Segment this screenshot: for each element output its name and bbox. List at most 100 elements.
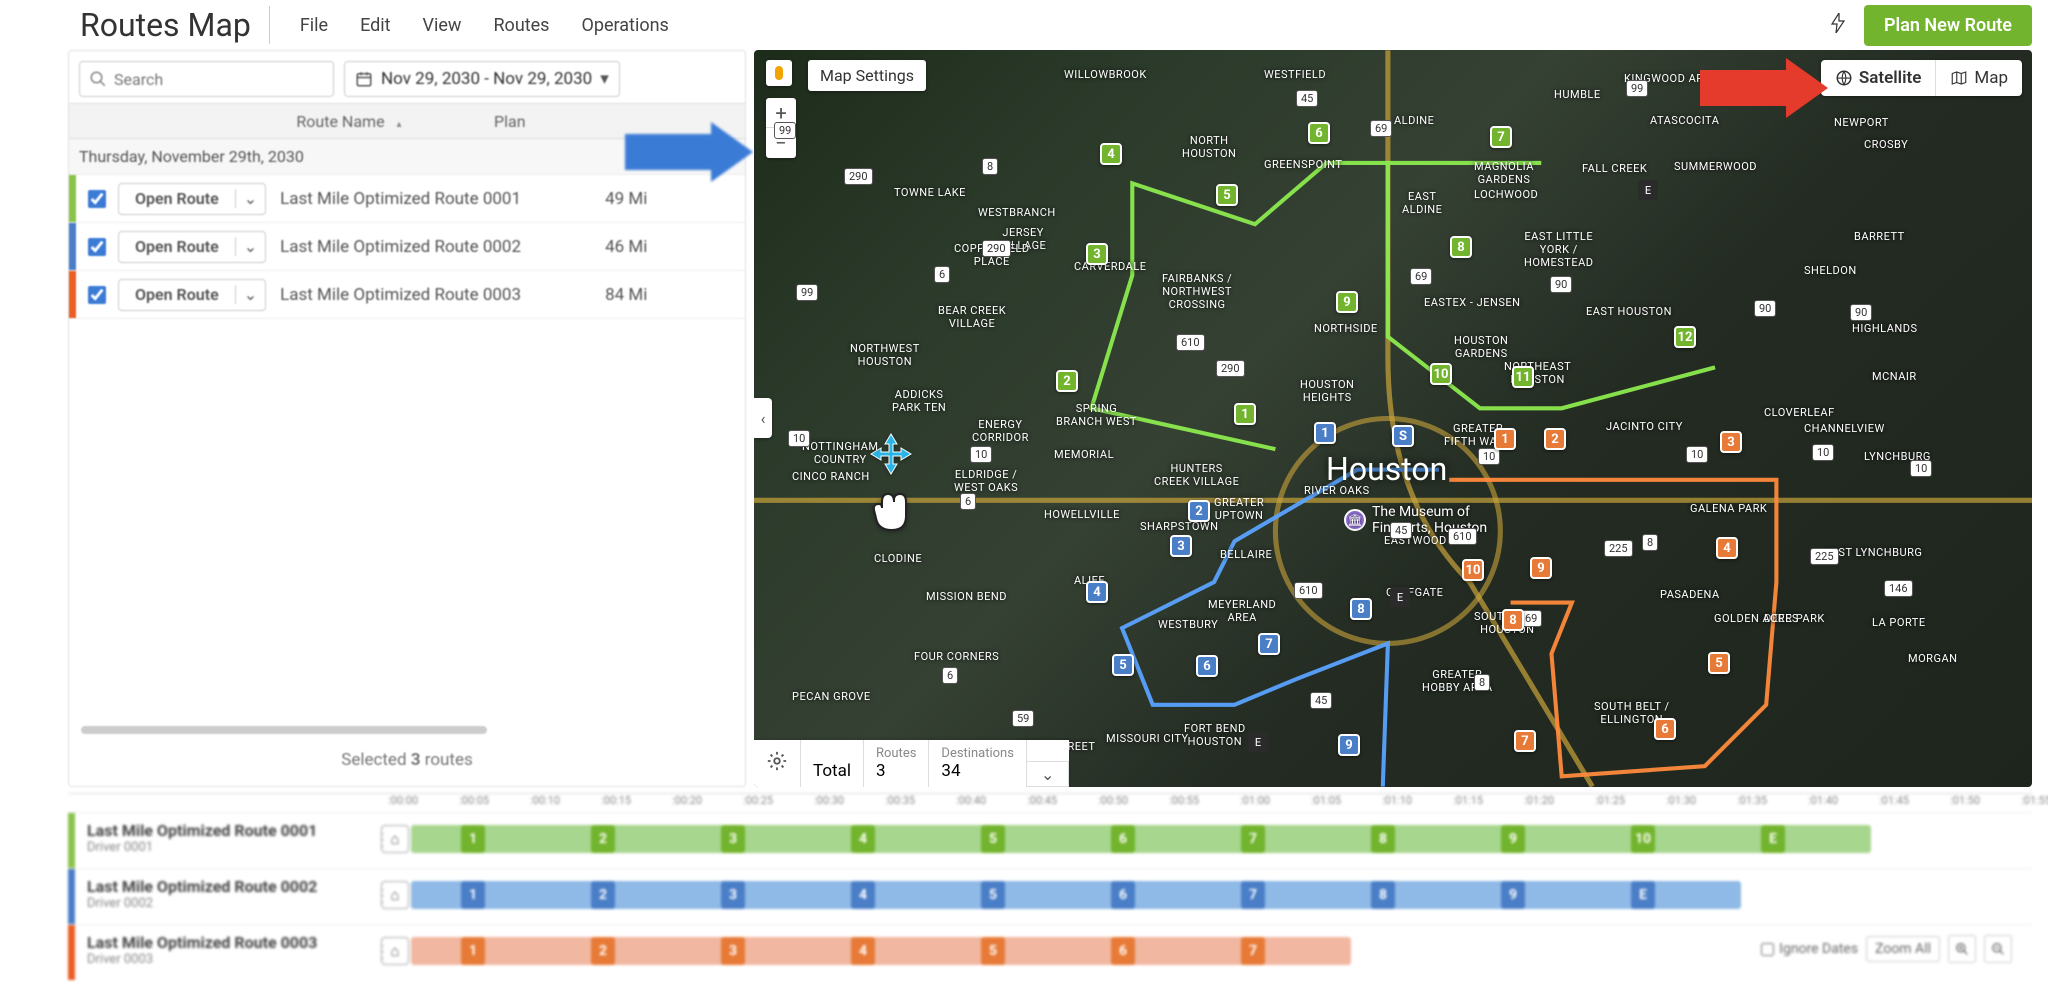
timeline-stop[interactable]: 8: [1371, 825, 1395, 853]
timeline-stop[interactable]: 7: [1241, 825, 1265, 853]
menu-routes[interactable]: Routes: [481, 9, 561, 42]
timeline-stop[interactable]: 4: [851, 881, 875, 909]
chevron-down-icon[interactable]: ⌄: [235, 237, 265, 256]
drag-handle-icon[interactable]: ⋮: [373, 869, 381, 924]
timeline-stop[interactable]: 1: [461, 881, 485, 909]
route-stop-marker[interactable]: 9: [1336, 291, 1358, 313]
menu-view[interactable]: View: [411, 9, 474, 42]
route-stop-marker[interactable]: 4: [1100, 143, 1122, 165]
timeline-stop[interactable]: 2: [591, 881, 615, 909]
timeline-stop[interactable]: 3: [721, 937, 745, 965]
route-stop-marker[interactable]: 1: [1234, 403, 1256, 425]
route-stop-marker[interactable]: 12: [1674, 326, 1696, 348]
route-stop-marker[interactable]: 7: [1514, 730, 1536, 752]
timeline-stop[interactable]: 5: [981, 881, 1005, 909]
route-stop-marker[interactable]: 7: [1258, 633, 1280, 655]
streetview-pegman[interactable]: [766, 60, 792, 86]
route-stop-marker[interactable]: 10: [1430, 363, 1452, 385]
route-stop-marker[interactable]: 4: [1716, 537, 1738, 559]
timeline-zoom-out[interactable]: [1984, 935, 2012, 963]
map-panel[interactable]: Map Settings + − ‹ Satellite Map Houston…: [754, 50, 2032, 787]
timeline-zoom-in[interactable]: [1948, 935, 1976, 963]
home-icon[interactable]: ⌂: [381, 937, 409, 965]
totals-expander[interactable]: ⌄: [1026, 761, 1069, 787]
timeline-stop[interactable]: 6: [1111, 825, 1135, 853]
timeline-stop[interactable]: 1: [461, 825, 485, 853]
home-icon[interactable]: ⌂: [381, 825, 409, 853]
route-stop-marker[interactable]: 8: [1350, 598, 1372, 620]
quick-action-icon[interactable]: [1822, 5, 1854, 45]
route-stop-marker[interactable]: 2: [1544, 428, 1566, 450]
route-stop-marker[interactable]: 1: [1494, 428, 1516, 450]
collapse-sidebar-handle[interactable]: ‹: [754, 398, 772, 438]
route-end-marker[interactable]: E: [1248, 732, 1268, 752]
timeline-stop[interactable]: 6: [1111, 937, 1135, 965]
plan-new-route-button[interactable]: Plan New Route: [1864, 5, 2032, 46]
timeline-stop[interactable]: E: [1631, 881, 1655, 909]
zoom-all-button[interactable]: Zoom All: [1866, 936, 1940, 962]
timeline-stop[interactable]: 9: [1501, 881, 1525, 909]
menu-file[interactable]: File: [288, 9, 340, 42]
timeline-stop[interactable]: 5: [981, 937, 1005, 965]
horizontal-scrollbar[interactable]: [81, 726, 487, 734]
map-toggle[interactable]: Map: [1936, 60, 2022, 96]
drag-handle-icon[interactable]: ⋮: [373, 813, 381, 868]
menu-edit[interactable]: Edit: [348, 9, 402, 42]
route-stop-marker[interactable]: 8: [1502, 609, 1524, 631]
route-stop-marker[interactable]: 6: [1308, 122, 1330, 144]
chevron-down-icon[interactable]: ⌄: [235, 189, 265, 208]
route-stop-marker[interactable]: 5: [1216, 184, 1238, 206]
route-stop-marker[interactable]: 8: [1450, 236, 1472, 258]
route-stop-marker[interactable]: 5: [1708, 652, 1730, 674]
route-stop-marker[interactable]: 9: [1530, 557, 1552, 579]
column-route-name[interactable]: Route Name: [134, 112, 494, 131]
route-stop-marker[interactable]: 3: [1170, 535, 1192, 557]
route-stop-marker[interactable]: 2: [1188, 500, 1210, 522]
route-checkbox[interactable]: [88, 190, 106, 208]
menu-operations[interactable]: Operations: [569, 9, 680, 42]
route-stop-marker[interactable]: 5: [1112, 654, 1134, 676]
timeline-stop[interactable]: 3: [721, 825, 745, 853]
route-checkbox[interactable]: [88, 286, 106, 304]
date-range-picker[interactable]: Nov 29, 2030 - Nov 29, 2030 ▾: [344, 61, 620, 97]
open-route-button[interactable]: Open Route ⌄: [118, 183, 266, 215]
route-stop-marker[interactable]: 3: [1086, 243, 1108, 265]
route-stop-marker[interactable]: 7: [1490, 126, 1512, 148]
timeline-stop[interactable]: 4: [851, 825, 875, 853]
route-stop-marker[interactable]: 6: [1196, 655, 1218, 677]
map-settings-button[interactable]: Map Settings: [808, 60, 926, 91]
open-route-button[interactable]: Open Route ⌄: [118, 231, 266, 263]
search-input[interactable]: [79, 61, 334, 97]
route-end-marker[interactable]: E: [1638, 180, 1658, 200]
satellite-toggle[interactable]: Satellite: [1821, 60, 1936, 96]
route-stop-marker[interactable]: 11: [1512, 366, 1534, 388]
timeline-stop[interactable]: 5: [981, 825, 1005, 853]
route-stop-marker[interactable]: 3: [1720, 431, 1742, 453]
open-route-button[interactable]: Open Route ⌄: [118, 279, 266, 311]
route-stop-marker[interactable]: 2: [1056, 370, 1078, 392]
route-stop-marker[interactable]: 6: [1654, 718, 1676, 740]
chevron-down-icon[interactable]: ⌄: [235, 285, 265, 304]
timeline-stop[interactable]: 7: [1241, 881, 1265, 909]
route-row[interactable]: Open Route ⌄ Last Mile Optimized Route 0…: [69, 271, 745, 319]
route-row[interactable]: Open Route ⌄ Last Mile Optimized Route 0…: [69, 175, 745, 223]
timeline-stop[interactable]: 1: [461, 937, 485, 965]
timeline-stop[interactable]: 9: [1501, 825, 1525, 853]
timeline-stop[interactable]: 7: [1241, 937, 1265, 965]
route-stop-marker[interactable]: 9: [1338, 734, 1360, 756]
totals-settings-icon[interactable]: [754, 740, 801, 787]
route-stop-marker[interactable]: S: [1392, 425, 1414, 447]
timeline-stop[interactable]: 2: [591, 825, 615, 853]
home-icon[interactable]: ⌂: [381, 881, 409, 909]
timeline-stop[interactable]: 8: [1371, 881, 1395, 909]
ignore-dates-toggle[interactable]: Ignore Dates: [1761, 941, 1858, 957]
route-stop-marker[interactable]: 10: [1462, 559, 1484, 581]
timeline-stop[interactable]: 6: [1111, 881, 1135, 909]
timeline-stop[interactable]: 4: [851, 937, 875, 965]
route-checkbox[interactable]: [88, 238, 106, 256]
timeline-stop[interactable]: 2: [591, 937, 615, 965]
timeline-stop[interactable]: 10: [1631, 825, 1655, 853]
drag-handle-icon[interactable]: ⋮: [373, 925, 381, 980]
route-row[interactable]: Open Route ⌄ Last Mile Optimized Route 0…: [69, 223, 745, 271]
route-end-marker[interactable]: E: [1390, 587, 1410, 607]
